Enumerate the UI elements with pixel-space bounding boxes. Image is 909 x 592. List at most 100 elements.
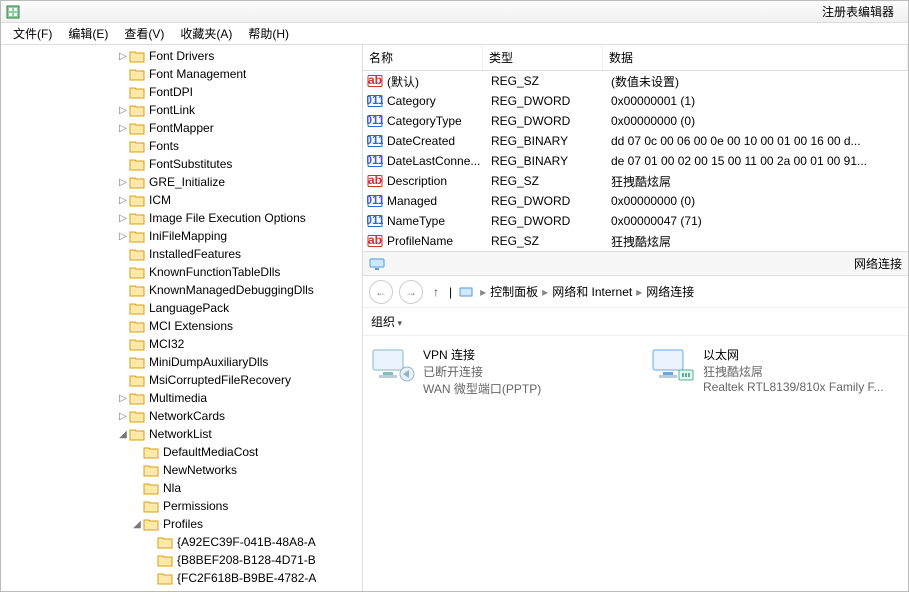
tree-item[interactable]: MsiCorruptedFileRecovery	[1, 371, 362, 389]
tree-item[interactable]: ◢NetworkList	[1, 425, 362, 443]
tree-item[interactable]: Font Management	[1, 65, 362, 83]
col-data[interactable]: 数据	[603, 45, 908, 70]
folder-icon	[129, 409, 145, 423]
crumb-2[interactable]: 网络连接	[646, 283, 694, 300]
tree-item[interactable]: ▷FontMapper	[1, 119, 362, 137]
breadcrumb[interactable]: ▸控制面板 ▸网络和 Internet ▸网络连接	[480, 283, 694, 300]
crumb-0[interactable]: 控制面板	[490, 283, 538, 300]
value-name: Category	[387, 94, 491, 108]
tree-item[interactable]: KnownManagedDebuggingDlls	[1, 281, 362, 299]
nav-forward[interactable]: →	[399, 280, 423, 304]
folder-icon	[129, 373, 145, 387]
crumb-1[interactable]: 网络和 Internet	[552, 283, 632, 300]
tree-item[interactable]: ▷ Image File Execution Options	[1, 209, 362, 227]
col-name[interactable]: 名称	[363, 45, 483, 70]
organize-button[interactable]: 组织	[371, 313, 402, 330]
registry-value-row[interactable]: ab(默认)REG_SZ(数值未设置)	[363, 71, 908, 91]
tree-item[interactable]: ▷Multimedia	[1, 389, 362, 407]
tree-item[interactable]: {B8BEF208-B128-4D71-B	[1, 551, 362, 569]
registry-value-row[interactable]: abProfileNameREG_SZ狂拽酷炫屌	[363, 231, 908, 251]
expander-icon[interactable]: ▷	[117, 123, 129, 134]
tree-item[interactable]: MiniDumpAuxiliaryDlls	[1, 353, 362, 371]
binary-value-icon: 011	[367, 113, 383, 129]
registry-value-row[interactable]: 011CategoryTypeREG_DWORD0x00000000 (0)	[363, 111, 908, 131]
tree-label: FontSubstitutes	[149, 157, 232, 171]
registry-value-row[interactable]: 011NameTypeREG_DWORD0x00000047 (71)	[363, 211, 908, 231]
tree-item[interactable]: ▷NetworkCards	[1, 407, 362, 425]
folder-icon	[129, 319, 145, 333]
nav-back[interactable]: ←	[369, 280, 393, 304]
expander-icon[interactable]: ▷	[117, 213, 129, 224]
tree-item[interactable]: {FC2F618B-B9BE-4782-A	[1, 569, 362, 587]
tree-item[interactable]: ▷Font Drivers	[1, 47, 362, 65]
expander-icon[interactable]: ▷	[117, 411, 129, 422]
tree-item[interactable]: Permissions	[1, 497, 362, 515]
connection-item[interactable]: 以太网狂拽酷炫屌Realtek RTL8139/810x Family F...	[649, 346, 899, 394]
tree-item[interactable]: ▷FontLink	[1, 101, 362, 119]
folder-icon	[143, 517, 159, 531]
registry-value-row[interactable]: 011DateLastConne...REG_BINARYde 07 01 00…	[363, 151, 908, 171]
tree-item[interactable]: InstalledFeatures	[1, 245, 362, 263]
tree-label: MsiCorruptedFileRecovery	[149, 373, 291, 387]
ethernet-icon	[649, 346, 697, 386]
connection-item[interactable]: VPN 连接已断开连接WAN 微型端口(PPTP)	[369, 346, 619, 397]
tree-item[interactable]: ▷IniFileMapping	[1, 227, 362, 245]
tree-item[interactable]: ▷GRE_Initialize	[1, 173, 362, 191]
tree-label: Nla	[163, 481, 181, 495]
tree-label: {FC2F618B-B9BE-4782-A	[177, 571, 316, 585]
svg-text:011: 011	[367, 133, 383, 147]
tree-item[interactable]: KnownFunctionTableDlls	[1, 263, 362, 281]
tree-item[interactable]: ◢Profiles	[1, 515, 362, 533]
tree-pane[interactable]: ▷Font DriversFont ManagementFontDPI▷Font…	[1, 45, 363, 591]
folder-icon	[157, 571, 173, 585]
tree-item[interactable]: DefaultMediaCost	[1, 443, 362, 461]
tree-item[interactable]: MCI Extensions	[1, 317, 362, 335]
registry-value-row[interactable]: abDescriptionREG_SZ狂拽酷炫屌	[363, 171, 908, 191]
list-header[interactable]: 名称 类型 数据	[363, 45, 908, 71]
expander-icon[interactable]: ▷	[117, 195, 129, 206]
expander-icon[interactable]: ▷	[117, 51, 129, 62]
registry-value-row[interactable]: 011ManagedREG_DWORD0x00000000 (0)	[363, 191, 908, 211]
menu-file[interactable]: 文件(F)	[5, 23, 60, 44]
registry-value-row[interactable]: 011CategoryREG_DWORD0x00000001 (1)	[363, 91, 908, 111]
explorer-toolbar: 组织	[363, 308, 908, 336]
folder-icon	[129, 355, 145, 369]
tree-item[interactable]: Nla	[1, 479, 362, 497]
explorer-title: 网络连接	[385, 255, 902, 272]
menu-help[interactable]: 帮助(H)	[240, 23, 297, 44]
menu-view[interactable]: 查看(V)	[116, 23, 172, 44]
tree-item[interactable]: MCI32	[1, 335, 362, 353]
tree-label: ICM	[149, 193, 171, 207]
tree-item[interactable]: ▷ ICM	[1, 191, 362, 209]
menu-fav[interactable]: 收藏夹(A)	[172, 23, 240, 44]
value-name: DateCreated	[387, 134, 491, 148]
expander-icon[interactable]: ◢	[117, 429, 129, 440]
tree-label: NewNetworks	[163, 463, 237, 477]
tree-label: {A92EC39F-041B-48A8-A	[177, 535, 316, 549]
tree-item[interactable]: FontDPI	[1, 83, 362, 101]
registry-value-row[interactable]: 011DateCreatedREG_BINARYdd 07 0c 00 06 0…	[363, 131, 908, 151]
tree-label: FontDPI	[149, 85, 193, 99]
folder-icon	[129, 283, 145, 297]
col-type[interactable]: 类型	[483, 45, 603, 70]
menubar: 文件(F) 编辑(E) 查看(V) 收藏夹(A) 帮助(H)	[1, 23, 908, 45]
tree-label: Image File Execution Options	[149, 211, 306, 225]
binary-value-icon: 011	[367, 213, 383, 229]
expander-icon[interactable]: ▷	[117, 105, 129, 116]
expander-icon[interactable]: ▷	[117, 177, 129, 188]
folder-icon	[129, 301, 145, 315]
tree-item[interactable]: {A92EC39F-041B-48A8-A	[1, 533, 362, 551]
menu-edit[interactable]: 编辑(E)	[60, 23, 116, 44]
tree-item[interactable]: Fonts	[1, 137, 362, 155]
tree-item[interactable]: NewNetworks	[1, 461, 362, 479]
folder-icon	[129, 121, 145, 135]
tree-label: MCI32	[149, 337, 184, 351]
nav-up[interactable]: ↑	[429, 285, 443, 299]
value-type: REG_DWORD	[491, 214, 611, 228]
expander-icon[interactable]: ▷	[117, 231, 129, 242]
tree-item[interactable]: LanguagePack	[1, 299, 362, 317]
expander-icon[interactable]: ▷	[117, 393, 129, 404]
connection-status: 已断开连接	[423, 363, 541, 380]
tree-item[interactable]: FontSubstitutes	[1, 155, 362, 173]
expander-icon[interactable]: ◢	[131, 519, 143, 530]
